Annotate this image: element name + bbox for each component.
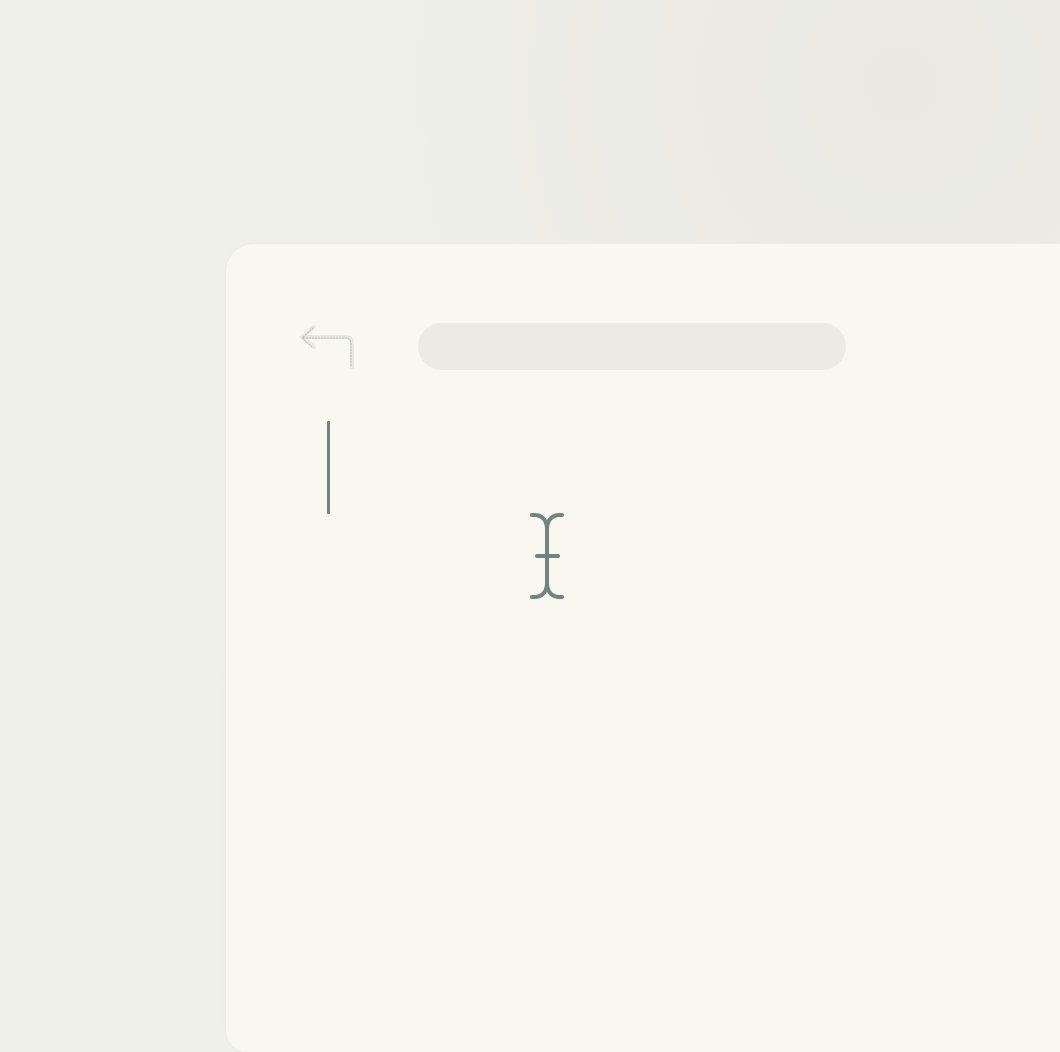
address-bar[interactable]: [418, 323, 846, 370]
text-caret: [327, 421, 330, 514]
i-beam-cursor-icon: [530, 512, 564, 600]
browser-panel: [226, 244, 1060, 1052]
back-arrow-icon: [300, 325, 354, 369]
back-button[interactable]: [296, 320, 356, 372]
